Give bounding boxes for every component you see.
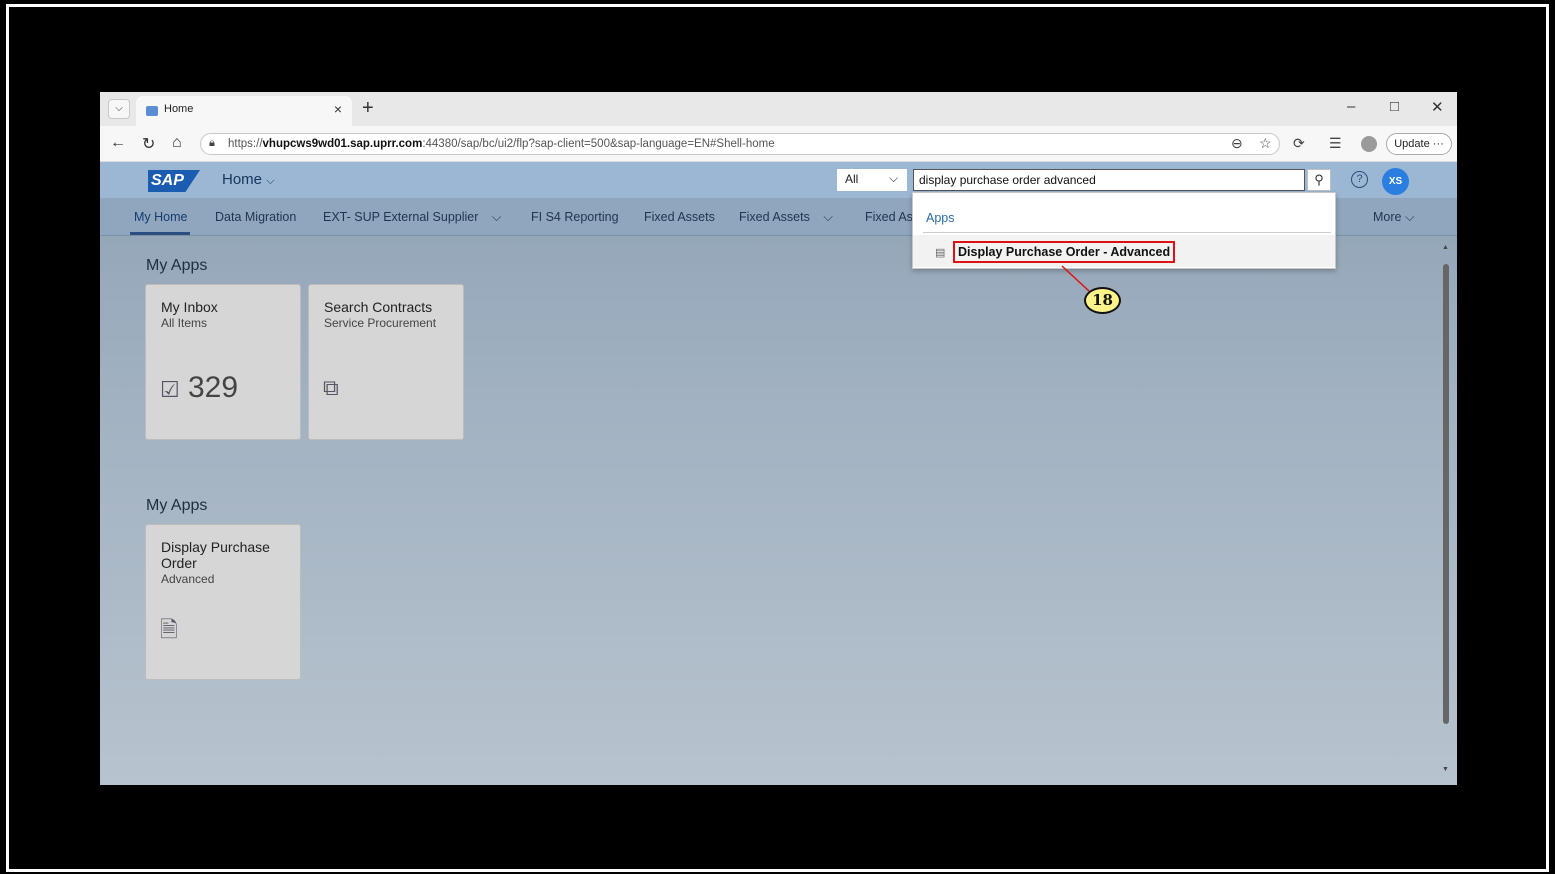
tab-bar: ⌵ Home × + – □ ✕ — [100, 92, 1457, 126]
update-button[interactable]: Update ··· — [1386, 133, 1452, 155]
section-title: My Apps — [146, 497, 208, 514]
frame-edge-right — [1546, 4, 1549, 872]
profile-icon[interactable] — [1361, 136, 1377, 152]
user-avatar[interactable]: XS — [1382, 168, 1409, 195]
divider — [923, 232, 1331, 233]
search-scope-select[interactable]: All ⌵ — [837, 169, 907, 191]
screen-border-right — [1457, 0, 1555, 874]
search-suggestions-dropdown: Apps ▤ Display Purchase Order - Advanced — [912, 192, 1336, 269]
frame-edge-left — [6, 4, 9, 872]
favorites-list-icon[interactable]: ☰ — [1329, 135, 1342, 152]
lock-icon: 🔒︎ — [209, 137, 215, 149]
page-actions-icon[interactable]: ⊖ — [1231, 135, 1243, 152]
back-icon[interactable]: ← — [110, 134, 126, 152]
tab-title: Home — [164, 103, 194, 115]
tab-data-migration[interactable]: Data Migration — [215, 210, 296, 224]
frame-edge-top — [6, 4, 1549, 7]
tab-fixed-assets-3[interactable]: Fixed As — [865, 210, 913, 224]
chevron-down-icon: ⌵ — [823, 210, 833, 224]
inbox-check-icon: ☑ — [160, 377, 180, 402]
search-icon[interactable]: ⚲ — [1307, 169, 1331, 191]
contract-search-icon: ⧉ — [323, 375, 339, 400]
tab-more-label: More — [1373, 210, 1402, 224]
home-title-menu[interactable]: Home ⌵ — [222, 171, 275, 188]
home-title-label: Home — [222, 171, 263, 188]
step-callout-badge: 18 — [1084, 287, 1121, 314]
chevron-down-icon: ⌵ — [889, 171, 899, 185]
minimize-button[interactable]: – — [1347, 98, 1355, 115]
browser-tab-home[interactable]: Home × — [136, 96, 352, 126]
home-icon[interactable]: ⌂ — [172, 134, 182, 152]
suggestion-item[interactable]: ▤ Display Purchase Order - Advanced — [913, 235, 1335, 267]
search-scope-value: All — [845, 172, 859, 186]
chevron-down-icon: ⌵ — [1404, 210, 1415, 224]
vertical-scrollbar[interactable]: ▲ ▼ — [1441, 242, 1451, 778]
screen-border-bottom — [0, 785, 1555, 874]
tile-subtitle: Service Procurement — [324, 316, 437, 330]
close-window-button[interactable]: ✕ — [1431, 98, 1444, 116]
sap-logo[interactable]: SAP — [148, 170, 200, 192]
chevron-down-icon: ⌵ — [266, 175, 275, 187]
tile-count: 329 — [188, 371, 239, 404]
chevron-down-icon: ⌵ — [491, 210, 502, 224]
tile-display-purchase-order[interactable]: Display Purchase Order Advanced 🗎︎ — [145, 524, 301, 680]
update-label: Update — [1394, 138, 1430, 150]
tab-label: EXT- SUP External Supplier — [323, 210, 479, 224]
tile-search-contracts[interactable]: Search Contracts Service Procurement ⧉ — [308, 284, 464, 440]
scroll-thumb[interactable] — [1443, 264, 1449, 724]
tab-my-home[interactable]: My Home — [134, 210, 187, 224]
tile-title: My Inbox — [161, 299, 218, 315]
help-icon[interactable]: ? — [1351, 171, 1368, 188]
suggestion-label[interactable]: Display Purchase Order - Advanced — [953, 241, 1176, 263]
frame-edge-bottom — [6, 869, 1549, 872]
search-input[interactable]: display purchase order advanced — [913, 169, 1305, 191]
purchase-order-icon: 🗎︎ — [160, 617, 178, 642]
suggestion-group-header: Apps — [926, 211, 955, 225]
tile-subtitle: All Items — [161, 316, 208, 330]
tab-fixed-assets[interactable]: Fixed Assets — [644, 210, 715, 224]
scroll-up-arrow[interactable]: ▲ — [1442, 244, 1449, 251]
tile-title: Search Contracts — [324, 299, 433, 315]
screen-border-top — [0, 0, 1555, 92]
new-tab-button[interactable]: + — [362, 97, 374, 120]
app-icon: ▤ — [935, 247, 946, 259]
address-bar: ← ↻ ⌂ 🔒︎ https://vhupcws9wd01.sap.uprr.c… — [100, 126, 1457, 162]
favorite-star-icon[interactable]: ☆ — [1259, 135, 1272, 152]
refresh-icon[interactable]: ↻ — [142, 134, 155, 154]
tab-more[interactable]: More ⌵ — [1373, 210, 1414, 225]
tab-ext-sup-external-supplier[interactable]: EXT- SUP External Supplier ⌵ — [323, 210, 501, 225]
tab-list-dropdown[interactable]: ⌵ — [108, 99, 130, 119]
screen-border-left — [0, 0, 100, 874]
tab-fi-s4-reporting[interactable]: FI S4 Reporting — [531, 210, 619, 224]
favicon-icon — [146, 106, 158, 116]
url-text: https://vhupcws9wd01.sap.uprr.com:44380/… — [228, 138, 775, 150]
section-title: My Apps — [146, 257, 208, 274]
tile-subtitle: Advanced — [161, 572, 215, 586]
maximize-button[interactable]: □ — [1390, 98, 1399, 115]
tile-title: Display Purchase Order — [161, 539, 270, 571]
tab-fixed-assets-2[interactable]: Fixed Assets ⌵ — [739, 210, 833, 225]
tab-label: Fixed Assets — [739, 210, 810, 224]
extensions-icon[interactable]: ⟳ — [1293, 135, 1305, 152]
tile-my-inbox[interactable]: My Inbox All Items ☑ 329 — [145, 284, 301, 440]
tab-close-icon[interactable]: × — [334, 101, 342, 117]
url-field[interactable]: 🔒︎ https://vhupcws9wd01.sap.uprr.com:443… — [200, 133, 1280, 155]
active-tab-indicator — [130, 232, 190, 235]
scroll-down-arrow[interactable]: ▼ — [1442, 766, 1449, 773]
